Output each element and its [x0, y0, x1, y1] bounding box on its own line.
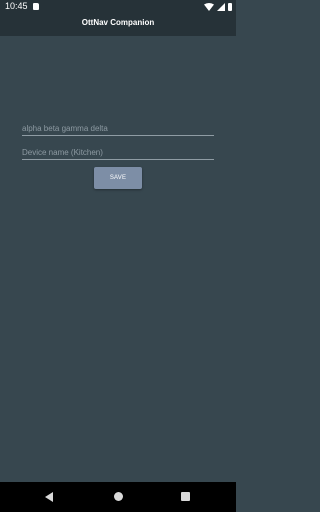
sd-card-icon — [33, 3, 39, 10]
wifi-icon — [204, 2, 214, 11]
device-name-input[interactable] — [22, 145, 214, 160]
navigation-bar — [0, 482, 236, 512]
app-title: OttNav Companion — [81, 18, 155, 27]
status-time: 10:45 — [5, 1, 28, 11]
back-icon[interactable] — [45, 492, 53, 502]
main-content: SAVE — [0, 36, 236, 482]
app-bar: OttNav Companion — [0, 13, 236, 36]
recents-icon[interactable] — [181, 492, 190, 501]
status-bar: 10:45 — [0, 0, 236, 13]
key-input[interactable] — [22, 121, 214, 136]
save-button[interactable]: SAVE — [94, 167, 142, 189]
signal-icon — [217, 2, 225, 11]
home-icon[interactable] — [114, 492, 123, 501]
status-icons — [204, 2, 232, 11]
battery-icon — [228, 2, 232, 11]
